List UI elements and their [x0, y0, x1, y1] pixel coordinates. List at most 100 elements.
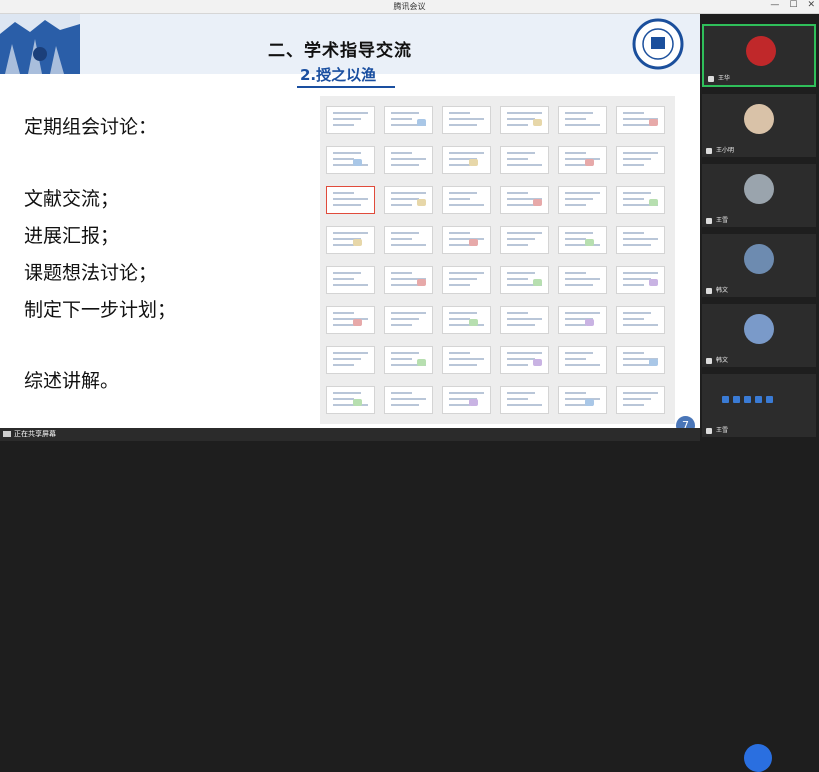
thumbnail-text-line: [623, 232, 644, 234]
slide-thumbnail[interactable]: [326, 106, 375, 134]
slide-thumbnail[interactable]: [384, 386, 433, 414]
thumbnail-text-line: [565, 204, 586, 206]
toolbar-icon[interactable]: [722, 395, 729, 403]
slide-thumbnail[interactable]: [326, 306, 375, 334]
toolbar-icon[interactable]: [755, 395, 762, 403]
participant-tile[interactable]: 王雪: [702, 374, 816, 772]
slide-thumbnail[interactable]: [558, 386, 607, 414]
thumbnail-text-line: [507, 312, 528, 314]
sharing-status[interactable]: 正在共享屏幕: [14, 429, 56, 439]
slide-thumbnail[interactable]: [616, 146, 665, 174]
slide-thumbnail[interactable]: [442, 186, 491, 214]
slide-thumbnail[interactable]: [442, 266, 491, 294]
slide-thumbnail[interactable]: [384, 226, 433, 254]
participant-tile[interactable]: 王小明: [702, 94, 816, 157]
thumbnail-text-line: [565, 392, 586, 394]
slide-thumbnail[interactable]: [500, 226, 549, 254]
slide-thumbnail[interactable]: [500, 186, 549, 214]
slide-thumbnail[interactable]: [558, 146, 607, 174]
thumbnail-text-line: [333, 352, 368, 354]
participant-tile[interactable]: 王华: [702, 24, 816, 87]
slide-thumbnail[interactable]: [616, 346, 665, 374]
slide-thumbnail[interactable]: [326, 346, 375, 374]
thumbnail-text-line: [391, 358, 412, 360]
slide-thumbnail[interactable]: [616, 306, 665, 334]
slide-thumbnail[interactable]: [442, 226, 491, 254]
thumbnail-text-line: [565, 312, 600, 314]
slide-thumbnail[interactable]: [500, 106, 549, 134]
toolbar-icon[interactable]: [766, 395, 773, 403]
slide-thumbnail[interactable]: [616, 186, 665, 214]
ime-toolbar[interactable]: [722, 393, 818, 405]
thumbnail-text-line: [623, 312, 651, 314]
thumbnail-text-line: [449, 318, 470, 320]
screen-share-bar: 正在共享屏幕: [0, 428, 700, 441]
window-titlebar: 腾讯会议 — ☐ ✕: [0, 0, 819, 14]
thumbnail-text-line: [507, 158, 528, 160]
slide-thumbnail[interactable]: [384, 266, 433, 294]
slide-thumbnail[interactable]: [616, 226, 665, 254]
thumbnail-text-line: [391, 192, 426, 194]
thumbnail-text-line: [565, 124, 600, 126]
slide-thumbnail[interactable]: [442, 346, 491, 374]
slide-heading: 二、学术指导交流: [268, 41, 412, 61]
thumbnail-text-line: [565, 272, 586, 274]
thumbnail-text-line: [391, 112, 419, 114]
thumbnail-text-line: [391, 232, 419, 234]
slide-thumbnail[interactable]: [384, 106, 433, 134]
toolbar-icon[interactable]: [744, 395, 751, 403]
thumbnail-text-line: [623, 398, 651, 400]
participant-name: 王雪: [716, 217, 729, 224]
slide-thumbnail[interactable]: [442, 146, 491, 174]
slide-thumbnail[interactable]: [616, 386, 665, 414]
avatar: [746, 36, 776, 66]
slide-thumbnail[interactable]: [558, 266, 607, 294]
slide-thumbnail[interactable]: [500, 146, 549, 174]
thumbnail-text-line: [449, 152, 484, 154]
slide-thumbnail[interactable]: [326, 146, 375, 174]
thumbnail-figure: [469, 399, 478, 406]
participant-tile[interactable]: 韩文: [702, 304, 816, 367]
slide-thumbnail[interactable]: [500, 306, 549, 334]
slide-thumbnail[interactable]: [558, 306, 607, 334]
participant-tile[interactable]: 韩文: [702, 234, 816, 297]
slide-thumbnail[interactable]: [616, 266, 665, 294]
toolbar-icon[interactable]: [733, 395, 740, 403]
slide-thumbnail[interactable]: [326, 226, 375, 254]
minimize-icon[interactable]: —: [770, 0, 779, 10]
slide-thumbnail[interactable]: [326, 186, 375, 214]
close-icon[interactable]: ✕: [807, 0, 815, 10]
slide-thumbnail[interactable]: [384, 346, 433, 374]
thumbnail-text-line: [565, 238, 586, 240]
slide-thumbnail[interactable]: [558, 186, 607, 214]
maximize-icon[interactable]: ☐: [789, 0, 797, 10]
page-number-badge[interactable]: 7: [676, 416, 695, 428]
slide-thumbnail[interactable]: [558, 106, 607, 134]
thumbnail-text-line: [507, 318, 542, 320]
thumbnail-text-line: [623, 324, 658, 326]
thumbnail-text-line: [565, 158, 600, 160]
slide-thumbnail[interactable]: [616, 106, 665, 134]
thumbnail-text-line: [449, 204, 484, 206]
slide-thumbnail[interactable]: [442, 306, 491, 334]
slide-thumbnail[interactable]: [442, 106, 491, 134]
participant-tile[interactable]: 王雪: [702, 164, 816, 227]
slide-thumbnail[interactable]: [500, 386, 549, 414]
slide-thumbnail[interactable]: [558, 346, 607, 374]
thumbnail-figure: [469, 239, 478, 246]
slide-thumbnail[interactable]: [384, 186, 433, 214]
slide-thumbnail[interactable]: [500, 266, 549, 294]
thumbnail-text-line: [333, 192, 354, 194]
slide-thumbnail[interactable]: [326, 386, 375, 414]
slide-thumbnail[interactable]: [326, 266, 375, 294]
thumbnail-figure: [417, 199, 426, 206]
thumbnail-text-line: [565, 152, 586, 154]
slide-thumbnail[interactable]: [384, 306, 433, 334]
university-seal-icon: [632, 18, 684, 70]
slide-thumbnail[interactable]: [500, 346, 549, 374]
mic-icon: [706, 288, 712, 294]
thumbnail-text-line: [565, 398, 600, 400]
slide-thumbnail[interactable]: [384, 146, 433, 174]
slide-thumbnail[interactable]: [558, 226, 607, 254]
slide-thumbnail[interactable]: [442, 386, 491, 414]
